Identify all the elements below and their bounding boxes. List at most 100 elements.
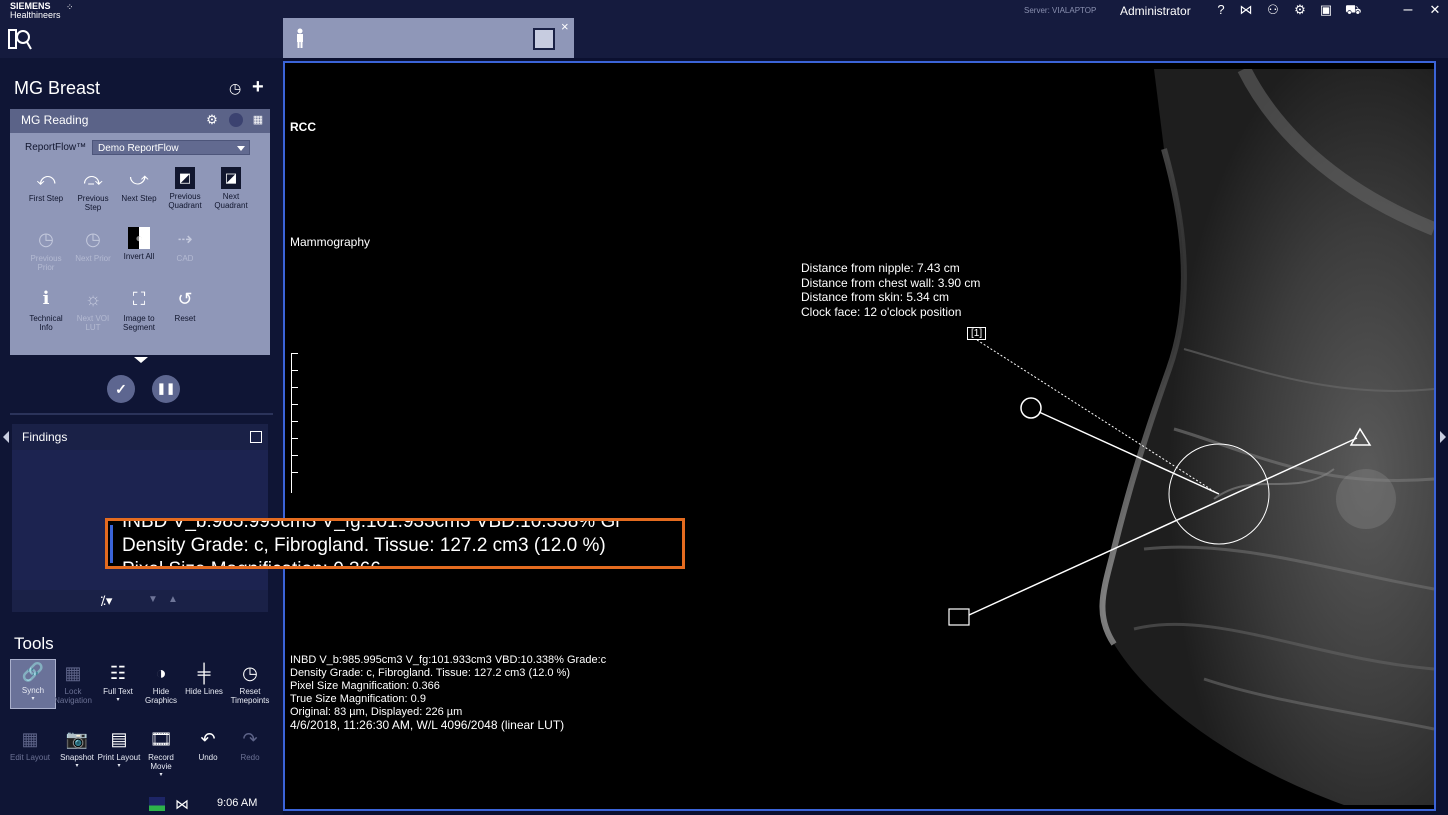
edit-layout-button[interactable]: ▦ Edit Layout xyxy=(8,727,52,762)
image-viewer[interactable]: RCC Mammography Distance from nipple: 7.… xyxy=(283,61,1436,811)
toolbox-icon[interactable]: ▣ xyxy=(1318,2,1334,18)
next-voi-lut-button[interactable]: ☼ Next VOI LUT xyxy=(70,287,116,332)
invert-all-button[interactable]: ◐ Invert All xyxy=(116,227,162,261)
snapshot-button[interactable]: 📷 Snapshot ▾ xyxy=(55,727,99,771)
image-thumbnail-icon[interactable] xyxy=(533,28,555,50)
logo-dots-icon: ⁘ xyxy=(66,2,73,12)
next-quadrant-button[interactable]: ◪ Next Quadrant xyxy=(208,167,254,210)
hide-lines-icon: ╪ xyxy=(197,663,211,683)
next-step-button[interactable]: ⤻ Next Step xyxy=(116,167,162,203)
status-indicator-icon xyxy=(149,797,165,811)
undo-button[interactable]: ↶ Undo xyxy=(186,727,230,762)
lock-navigation-icon: ▦ xyxy=(64,663,82,683)
help-icon[interactable]: ? xyxy=(1213,2,1229,18)
next-quadrant-icon: ◪ xyxy=(221,167,241,189)
pause-button[interactable]: ❚❚ xyxy=(152,375,180,403)
popout-icon[interactable] xyxy=(250,431,262,443)
previous-quadrant-button[interactable]: ◩ Previous Quadrant xyxy=(162,167,208,210)
divider xyxy=(10,413,273,415)
link-icon: 🔗 xyxy=(21,662,45,682)
tab-close-icon[interactable]: × xyxy=(561,19,569,34)
measurement-annotation: Distance from nipple: 7.43 cm Distance f… xyxy=(801,261,981,319)
redo-icon: ↷ xyxy=(242,729,258,749)
server-label: Server: VIALAPTOP xyxy=(1024,6,1097,15)
previous-prior-icon: ◷ xyxy=(38,229,54,249)
next-prior-button[interactable]: ◷ Next Prior xyxy=(70,227,116,263)
info-icon: i xyxy=(42,288,50,309)
confirm-button[interactable]: ✓ xyxy=(107,375,135,403)
zoom-line-1: INBD V_b:985.995cm3 V_fg:101.933cm3 VBD:… xyxy=(122,518,622,532)
history-icon[interactable]: ◷ xyxy=(229,80,245,96)
first-step-button[interactable]: ⤺ First Step xyxy=(23,167,69,203)
zoom-line-3: Pixel Size Magnification: 0.366 xyxy=(122,559,381,566)
move-up-icon[interactable]: ▲ xyxy=(168,594,178,605)
zoom-line-2: Density Grade: c, Fibrogland. Tissue: 12… xyxy=(122,535,606,556)
full-text-button[interactable]: ☷ Full Text ▾ xyxy=(96,661,140,705)
next-prior-icon: ◷ xyxy=(85,229,101,249)
bowtie-icon[interactable]: ⋈ xyxy=(1238,2,1254,18)
move-down-icon[interactable]: ▼ xyxy=(148,594,158,605)
top-bar: SIEMENS Healthineers ⁘ Server: VIALAPTOP… xyxy=(0,0,1448,58)
gear-icon[interactable]: ⚙ xyxy=(1292,2,1308,18)
reset-timepoints-icon: ◷ xyxy=(242,663,258,683)
tools-title: Tools xyxy=(14,634,54,653)
cart-icon[interactable]: ⛟ xyxy=(1345,2,1361,18)
previous-step-button[interactable]: ⤼ Previous Step xyxy=(70,167,116,212)
chevron-down-icon xyxy=(237,146,245,151)
record-movie-button[interactable]: 🎞 Record Movie ▾ xyxy=(139,727,183,780)
pause-icon: ❚❚ xyxy=(156,383,176,395)
hide-graphics-icon: ◑ xyxy=(155,663,167,683)
expand-panel-icon[interactable] xyxy=(134,357,148,363)
voi-lut-icon: ☼ xyxy=(84,289,102,309)
collapse-right-icon[interactable] xyxy=(1440,431,1446,443)
minimize-icon[interactable]: – xyxy=(1400,2,1416,18)
reading-panel-title: MG Reading xyxy=(21,113,89,127)
next-step-icon: ⤻ xyxy=(129,169,149,189)
panel-status-icon[interactable] xyxy=(229,113,243,127)
panel-grid-icon[interactable]: ▦ xyxy=(251,113,265,127)
technical-info-button[interactable]: i Technical Info xyxy=(23,287,69,332)
image-info: INBD V_b:985.995cm3 V_fg:101.933cm3 VBD:… xyxy=(290,654,607,732)
reportflow-select[interactable]: Demo ReportFlow xyxy=(92,140,250,155)
full-text-icon: ☷ xyxy=(109,663,127,683)
invert-all-icon: ◐ xyxy=(128,227,150,249)
reading-panel: MG Reading ⚙ ▦ ReportFlow™ Demo ReportFl… xyxy=(10,109,270,355)
findings-header: Findings xyxy=(12,424,268,450)
print-layout-icon: ▤ xyxy=(110,729,128,749)
person-icon xyxy=(297,28,303,48)
zoom-callout: INBD V_b:985.995cm3 V_fg:101.933cm3 VBD:… xyxy=(105,518,685,569)
reading-panel-header: MG Reading ⚙ ▦ xyxy=(10,109,270,133)
previous-step-icon: ⤼ xyxy=(83,169,103,189)
add-icon[interactable]: + xyxy=(252,76,264,99)
reset-button[interactable]: ↺ Reset xyxy=(162,287,208,323)
workflow-title: MG Breast xyxy=(14,78,101,98)
bowtie-status-icon[interactable]: ⋈ xyxy=(175,796,189,813)
redo-button[interactable]: ↷ Redo xyxy=(228,727,272,762)
cad-button[interactable]: ⇢ CAD xyxy=(162,227,208,263)
app-home-icon[interactable] xyxy=(8,28,32,50)
clock: 9:06 AM xyxy=(217,797,258,809)
hide-graphics-button[interactable]: ◑ Hide Graphics xyxy=(139,661,183,705)
magic-wand-icon[interactable]: ⁒▾ xyxy=(100,593,112,609)
hide-lines-button[interactable]: ╪ Hide Lines xyxy=(182,661,226,696)
siemens-logo: SIEMENS Healthineers xyxy=(10,1,61,20)
print-layout-button[interactable]: ▤ Print Layout ▾ xyxy=(97,727,141,771)
image-to-segment-button[interactable]: ⛶ Image to Segment xyxy=(116,287,162,332)
patient-tab[interactable]: × xyxy=(283,18,574,58)
findings-toolbar: ⁒▾ ▼ ▲ xyxy=(12,590,268,612)
users-icon[interactable]: ⚇ xyxy=(1265,2,1281,18)
lock-navigation-button[interactable]: ▦ Lock Navigation xyxy=(51,661,95,705)
synch-button[interactable]: 🔗 Synch ▾ xyxy=(10,659,56,709)
cad-icon: ⇢ xyxy=(177,229,193,249)
close-window-icon[interactable]: ✕ xyxy=(1427,2,1443,18)
reset-icon: ↺ xyxy=(177,289,193,309)
collapse-left-icon[interactable] xyxy=(3,431,9,443)
checkmark-icon: ✓ xyxy=(115,381,127,397)
user-name[interactable]: Administrator xyxy=(1120,4,1191,18)
previous-prior-button[interactable]: ◷ Previous Prior xyxy=(23,227,69,272)
reset-timepoints-button[interactable]: ◷ Reset Timepoints xyxy=(228,661,272,705)
camera-icon: 📷 xyxy=(65,729,89,749)
panel-settings-icon[interactable]: ⚙ xyxy=(205,113,219,127)
finding-marker[interactable]: [1] xyxy=(967,327,987,340)
previous-quadrant-icon: ◩ xyxy=(175,167,195,189)
